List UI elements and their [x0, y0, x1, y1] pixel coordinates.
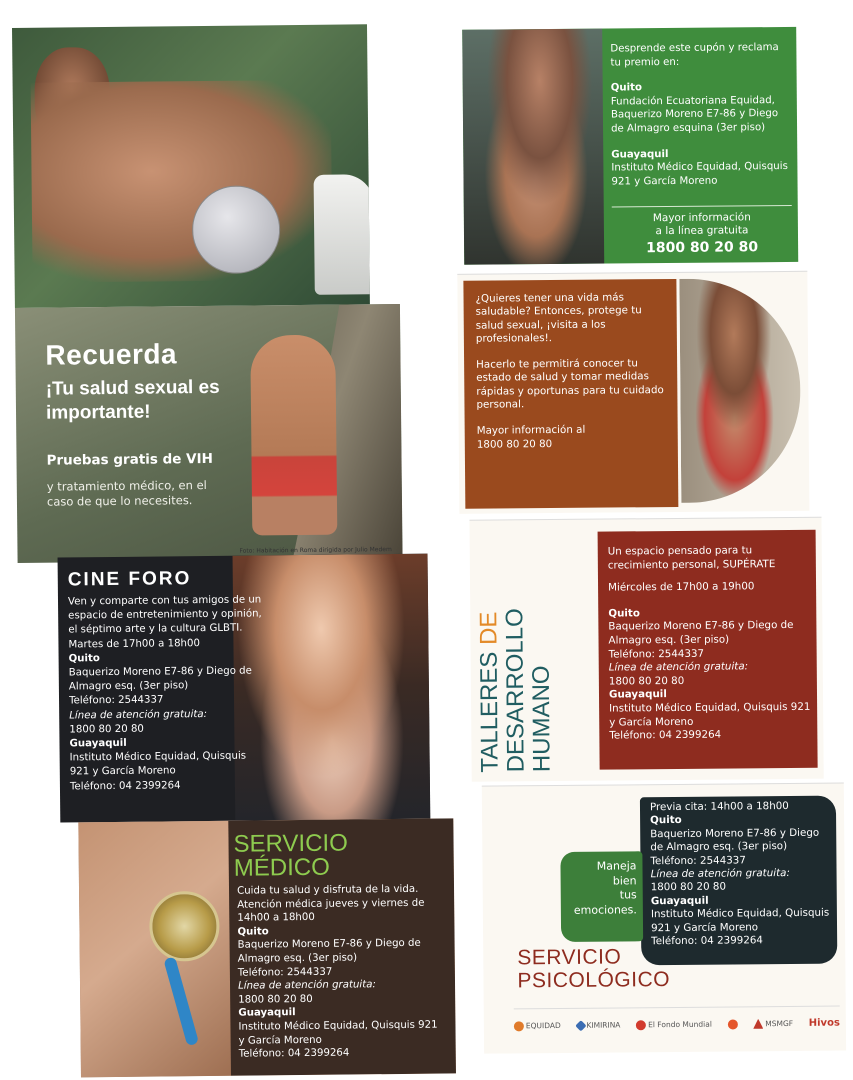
swirl-logo: [727, 1018, 738, 1030]
cine-quito-address: Baquerizo Moreno E7-86 y Diego de Almagr…: [68, 665, 252, 693]
right-brochure-strip: Desprende este cupón y reclama tu premio…: [440, 4, 853, 1068]
left-brochure-strip: Recuerda ¡Tu salud sexual es importante!…: [12, 23, 456, 1078]
coupon-more-line2: a la línea gratuita: [655, 224, 749, 238]
medico-gye-phone: Teléfono: 04 2399264: [238, 1047, 350, 1060]
talleres-title-word1: TALLERES: [475, 651, 504, 773]
model-body-illustration: [30, 79, 333, 283]
cine-foro-title: CINE FORO: [67, 568, 192, 591]
coupon-panel: Desprende este cupón y reclama tu premio…: [462, 26, 799, 265]
medico-title-line1: SERVICIO: [233, 829, 348, 858]
salud-panel: ¿Quieres tener una vida más saludable? E…: [457, 270, 810, 514]
climber-illustration: [250, 334, 338, 536]
cine-gye-address: Instituto Médico Equidad, Quisquis 921 y…: [69, 750, 247, 778]
bubble-line3: tus: [619, 888, 637, 902]
psico-title-line1: SERVICIO: [517, 945, 622, 970]
cine-foro-panel: CINE FORO Ven y comparte con tus amigos …: [57, 553, 431, 823]
talleres-text: Un espacio pensado para tu crecimiento p…: [608, 544, 815, 744]
fondo-mundial-logo: El Fondo Mundial: [636, 1019, 712, 1030]
bubble-line1: Maneja: [596, 859, 637, 873]
servicio-medico-text: Cuida tu salud y disfruta de la vida. At…: [237, 883, 439, 1062]
cine-gye-phone: Teléfono: 04 2399264: [69, 779, 181, 793]
psico-title-line2: PSICOLÓGICO: [517, 968, 671, 993]
medico-gye-address: Instituto Médico Equidad, Quisquis 921 y…: [238, 1019, 438, 1047]
talleres-quito-address: Baquerizo Moreno E7-86 y Diego de Almagr…: [608, 619, 794, 647]
servicio-psicologico-title: SERVICIO PSICOLÓGICO: [517, 945, 670, 992]
msmgf-logo: MSMGF: [753, 1018, 793, 1028]
psico-gye-address: Instituto Médico Equidad, Quisquis 921 y…: [650, 906, 830, 934]
medico-intro: Cuida tu salud y disfruta de la vida. At…: [236, 883, 425, 924]
msmgf-logo-icon: [753, 1019, 763, 1029]
coupon-phone: 1800 80 20 80: [646, 239, 759, 257]
coupon-text: Desprende este cupón y reclama tu premio…: [610, 41, 791, 189]
servicio-psicologico-panel: Previa cita: 14h00 a 18h00 Quito Baqueri…: [481, 782, 847, 1054]
talleres-title: TALLERES DE DESARROLLO HUMANO: [475, 532, 556, 773]
salud-text: ¿Quieres tener una vida más saludable? E…: [475, 291, 666, 452]
equidad-logo: EQUIDAD: [513, 1020, 561, 1031]
cine-intro: Ven y comparte con tus amigos de un espa…: [67, 594, 262, 651]
talleres-panel: TALLERES DE DESARROLLO HUMANO Un espacio…: [469, 516, 824, 782]
talleres-title-line2: DESARROLLO: [501, 608, 530, 773]
scratch-sticker: [191, 185, 281, 275]
treatment-text: y tratamiento médico, en el caso de que …: [46, 477, 207, 509]
medico-title-line2: MÉDICO: [233, 853, 330, 882]
salud-paragraph-1: ¿Quieres tener una vida más saludable? E…: [475, 291, 642, 345]
swirl-logo-icon: [727, 1018, 738, 1030]
psico-text: Previa cita: 14h00 a 18h00 Quito Baqueri…: [650, 800, 831, 949]
talleres-title-line3: HUMANO: [527, 665, 556, 773]
emotions-bubble-text: Maneja bien tus emociones.: [562, 859, 637, 918]
cover-photo-panel: [12, 24, 370, 308]
stethoscope-icon: [149, 890, 220, 962]
recuerda-subtitle: ¡Tu salud sexual es importante!: [45, 376, 220, 424]
recuerda-panel: Recuerda ¡Tu salud sexual es importante!…: [14, 303, 403, 563]
hivos-logo: Hivos: [808, 1017, 840, 1029]
coupon-model-illustration: [462, 28, 605, 265]
towel-illustration: [313, 174, 370, 295]
free-tests-text: Pruebas gratis de VIH: [46, 450, 213, 469]
coupon-more-info: Mayor información a la línea gratuita: [612, 211, 792, 239]
coupon-divider: [611, 204, 792, 208]
servicio-medico-panel: SERVICIO MÉDICO Cuida tu salud y disfrut…: [78, 818, 456, 1078]
coupon-quito-address: Fundación Ecuatoriana Equidad, Baquerizo…: [610, 94, 779, 135]
sponsor-logos: EQUIDAD KIMIRINA El Fondo Mundial MSMGF …: [513, 1005, 840, 1039]
talleres-title-word2: DE: [475, 611, 503, 646]
kimirina-logo-icon: [574, 1019, 587, 1031]
kimirina-logo: KIMIRINA: [574, 1019, 620, 1031]
boxer-photo-illustration: [679, 277, 802, 503]
recuerda-title: Recuerda: [45, 338, 178, 371]
salud-paragraph-2: Hacerlo te permitirá conocer tu estado d…: [476, 357, 664, 411]
talleres-gye-address: Instituto Médico Equidad, Quisquis 921 y…: [609, 700, 811, 729]
psico-quito-address: Baquerizo Moreno E7-86 y Diego de Almagr…: [650, 826, 820, 854]
bubble-line2: bien: [612, 873, 637, 888]
coupon-intro: Desprende este cupón y reclama tu premio…: [610, 42, 779, 69]
servicio-medico-title: SERVICIO MÉDICO: [233, 829, 348, 882]
fondo-mundial-logo-icon: [636, 1019, 647, 1030]
psico-gye-phone: Teléfono: 04 2399264: [651, 934, 764, 948]
talleres-gye-phone: Teléfono: 04 2399264: [609, 728, 722, 742]
cine-foro-text: Ven y comparte con tus amigos de un espa…: [68, 593, 265, 794]
equidad-logo-icon: [513, 1020, 524, 1031]
medico-quito-address: Baquerizo Moreno E7-86 y Diego de Almagr…: [237, 938, 421, 965]
bubble-line4: emociones.: [573, 902, 637, 917]
salud-phone: 1800 80 20 80: [476, 437, 553, 451]
coupon-gye-address: Instituto Médico Equidad, Quisquis 921 y…: [611, 161, 788, 188]
talleres-intro: Un espacio pensado para tu crecimiento p…: [607, 544, 776, 572]
